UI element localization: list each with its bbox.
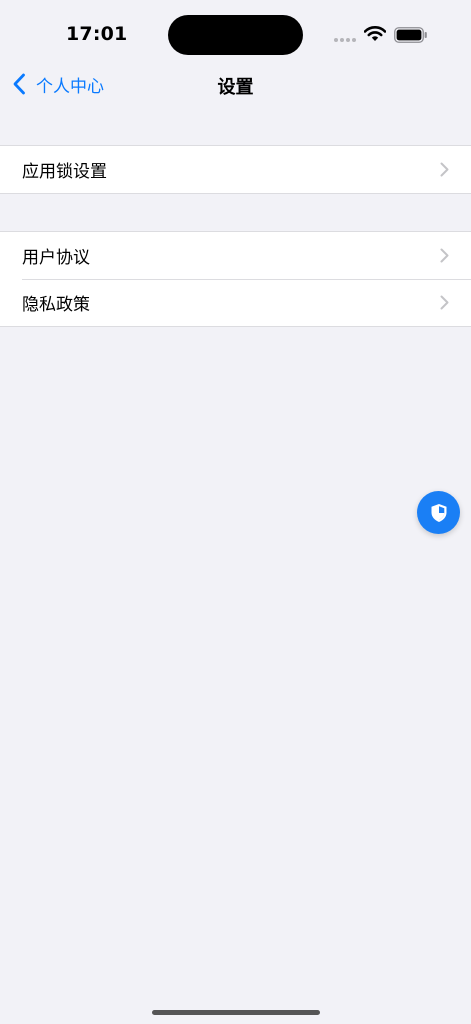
privacy-policy-row[interactable]: 隐私政策 [0,279,471,326]
status-bar: 17:01 [0,0,471,60]
shield-icon [431,503,446,522]
row-label: 隐私政策 [22,295,90,315]
user-agreement-row[interactable]: 用户协议 [0,232,471,279]
floating-shield-button[interactable] [417,491,460,534]
status-time: 17:01 [66,23,128,45]
row-label: 应用锁设置 [22,162,107,182]
battery-icon [394,27,427,43]
app-lock-settings-row[interactable]: 应用锁设置 [0,146,471,193]
chevron-right-icon [440,162,449,177]
chevron-right-icon [440,295,449,310]
navigation-bar: 个人中心 设置 [0,62,471,106]
settings-group-legal: 用户协议 隐私政策 [0,231,471,327]
chevron-right-icon [440,248,449,263]
home-indicator [152,1010,320,1015]
wifi-icon [364,26,386,41]
dynamic-island [168,15,303,55]
signal-icon [334,38,358,42]
settings-group-app-lock: 应用锁设置 [0,145,471,194]
row-label: 用户协议 [22,248,90,268]
page-title: 设置 [217,77,254,98]
